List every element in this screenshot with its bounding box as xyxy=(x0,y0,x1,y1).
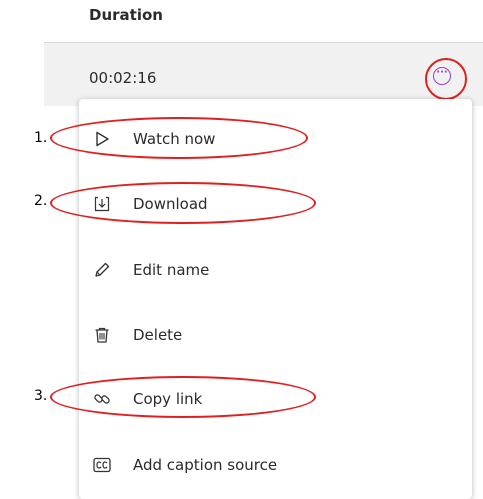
step-number-2: 2. xyxy=(34,193,48,209)
step-number-3: 3. xyxy=(34,388,48,404)
menu-item-edit-name[interactable]: Edit name xyxy=(79,242,472,298)
pencil-icon xyxy=(93,261,111,279)
download-icon xyxy=(93,195,111,213)
closed-caption-icon xyxy=(93,456,111,474)
play-icon xyxy=(93,130,111,148)
duration-column-header[interactable]: Duration xyxy=(89,6,163,24)
context-menu: Watch now Download Edit name Delete Copy… xyxy=(79,99,472,499)
menu-item-watch-now[interactable]: Watch now xyxy=(79,111,472,167)
link-icon xyxy=(93,390,111,408)
menu-item-delete[interactable]: Delete xyxy=(79,307,472,363)
step-number-1: 1. xyxy=(34,130,48,146)
trash-icon xyxy=(93,326,111,344)
menu-item-label: Edit name xyxy=(133,261,210,279)
menu-item-copy-link[interactable]: Copy link xyxy=(79,371,472,427)
more-options-button[interactable]: ··· xyxy=(433,67,451,85)
menu-item-label: Copy link xyxy=(133,390,203,408)
table-row[interactable]: 00:02:16 ··· xyxy=(44,43,483,106)
ellipsis-icon: ··· xyxy=(436,67,448,78)
screenshot-root: Duration 00:02:16 ··· Watch now Download xyxy=(0,0,483,499)
menu-item-label: Download xyxy=(133,195,208,213)
menu-item-add-caption-source[interactable]: Add caption source xyxy=(79,437,472,493)
menu-item-label: Watch now xyxy=(133,130,216,148)
row-duration-value: 00:02:16 xyxy=(89,69,157,87)
menu-item-label: Delete xyxy=(133,326,183,344)
menu-item-download[interactable]: Download xyxy=(79,176,472,232)
menu-item-label: Add caption source xyxy=(133,456,278,474)
